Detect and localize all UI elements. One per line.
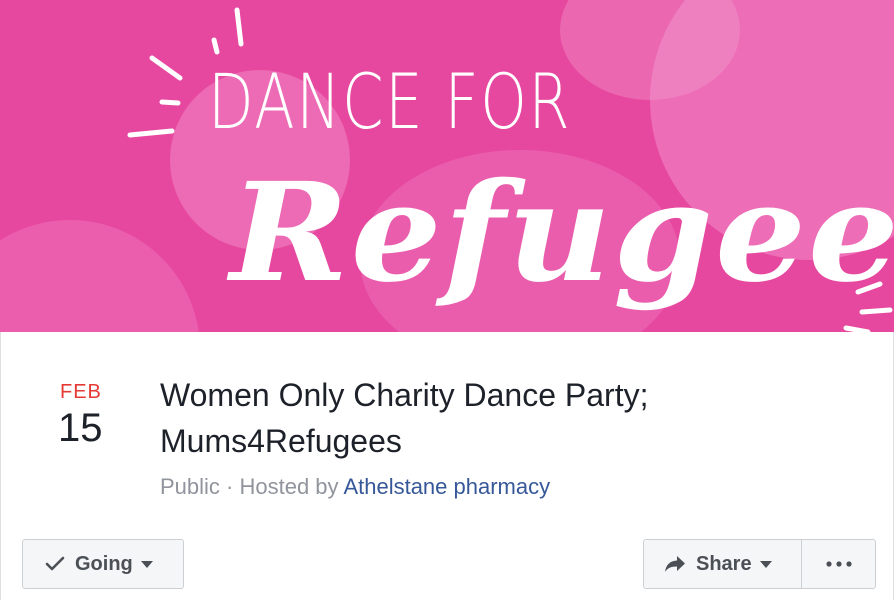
privacy-label: Public <box>160 474 220 499</box>
event-cover-photo[interactable]: DANCE FOR Refugees <box>0 0 894 332</box>
meta-separator: · <box>219 474 240 499</box>
chevron-down-icon <box>140 560 153 568</box>
event-meta: Public · Hosted by Athelstane pharmacy <box>160 474 550 500</box>
share-button[interactable]: Share <box>643 539 802 589</box>
event-title-line-1: Women Only Charity Dance Party; <box>160 377 649 413</box>
check-icon <box>45 556 65 572</box>
ellipsis-icon <box>825 561 852 567</box>
going-label: Going <box>75 552 133 575</box>
event-title-line-2: Mums4Refugees <box>160 423 402 459</box>
cover-script-text: Refugees <box>230 153 894 313</box>
going-button[interactable]: Going <box>22 539 184 589</box>
event-date-day: 15 <box>58 406 103 450</box>
host-link[interactable]: Athelstane pharmacy <box>343 474 550 499</box>
event-title[interactable]: Women Only Charity Dance Party; Mums4Ref… <box>160 372 810 464</box>
share-label: Share <box>696 552 752 575</box>
more-options-button[interactable] <box>801 539 876 589</box>
event-date-month: FEB <box>60 381 102 403</box>
chevron-down-icon <box>759 560 772 568</box>
cover-heading: DANCE FOR <box>208 57 572 146</box>
hosted-by-label: Hosted by <box>239 474 344 499</box>
share-arrow-icon <box>664 555 686 573</box>
